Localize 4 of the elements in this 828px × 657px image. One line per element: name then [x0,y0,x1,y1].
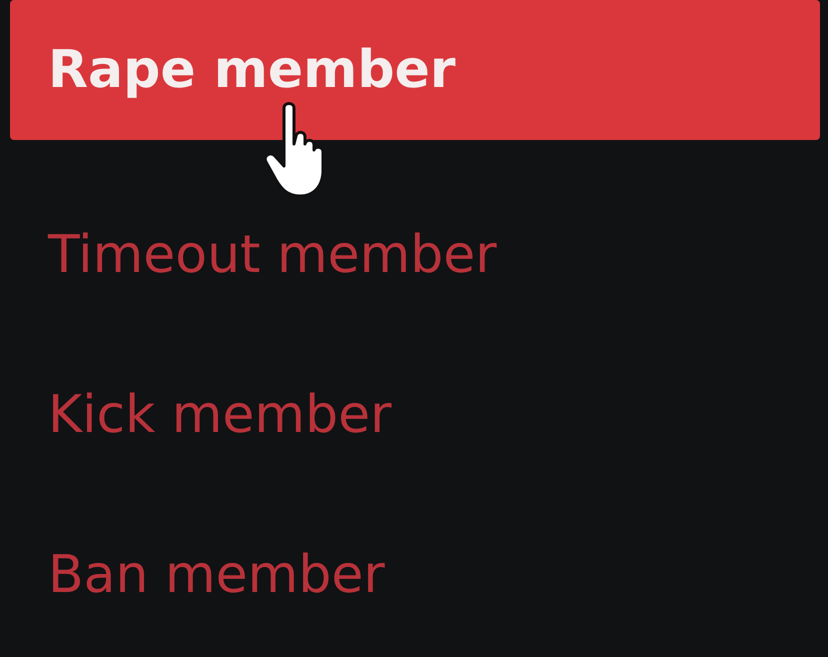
menu-item[interactable]: Kick member [10,335,820,495]
menu-item[interactable]: Timeout member [10,175,820,335]
menu-item[interactable]: Rape member [10,0,820,140]
menu-item[interactable]: Ban member [10,495,820,655]
